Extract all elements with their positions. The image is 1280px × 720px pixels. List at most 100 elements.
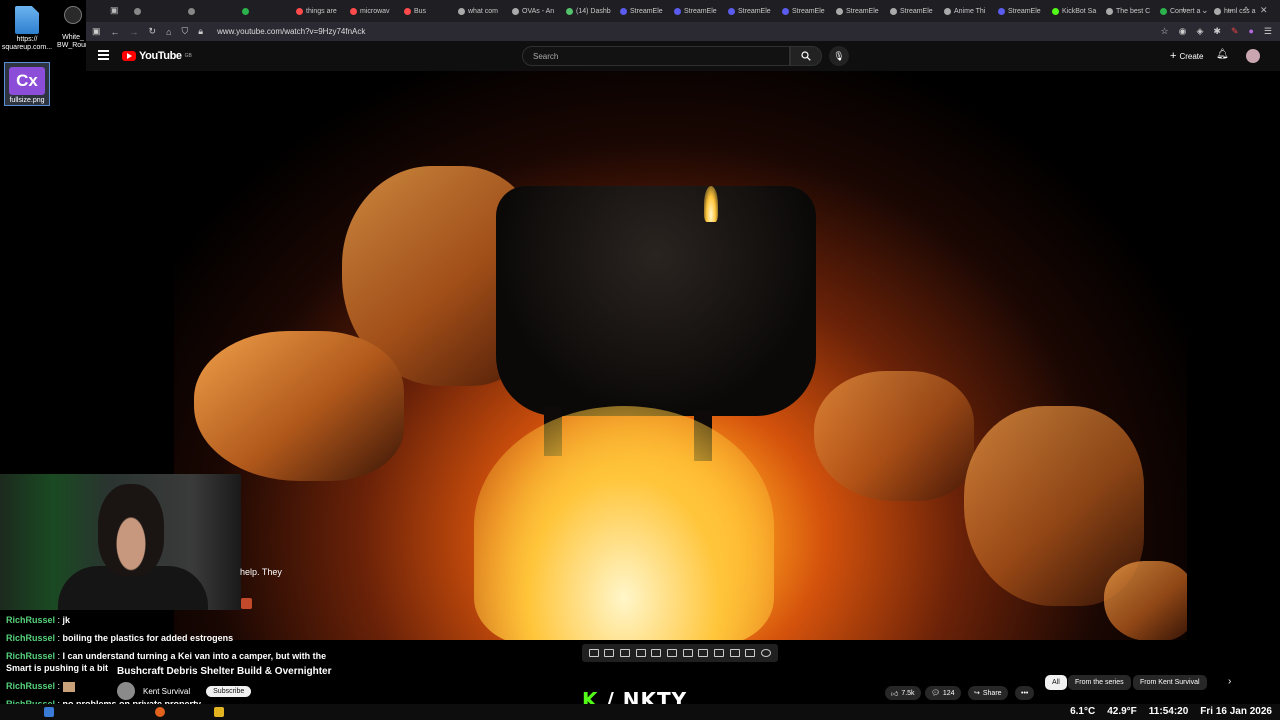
maximize-icon[interactable]: ^: [1244, 5, 1248, 15]
miniplayer-icon[interactable]: [651, 649, 662, 657]
share-label: Share: [982, 689, 1002, 697]
channel-info: Kent Survival Subscribe: [117, 682, 252, 700]
create-button[interactable]: + Create: [1162, 47, 1212, 65]
tab-favicon-icon: [458, 7, 465, 15]
browser-tab[interactable]: Anime Thi: [940, 2, 994, 20]
clock[interactable]: 11:54:20: [1149, 706, 1188, 717]
system-tray: 6.1°C 42.9°F 11:54:20 Fri 16 Jan 2026: [1070, 706, 1272, 717]
browser-tab[interactable]: StreamEle: [994, 2, 1048, 20]
theater-icon[interactable]: [667, 649, 678, 657]
share-button[interactable]: ↪ Share: [968, 686, 1008, 700]
browser-taskbar-icon[interactable]: [155, 707, 165, 717]
desktop-icon-label: https:// squareup.com...: [1, 36, 53, 51]
browser-tab[interactable]: OVAs - An: [508, 2, 562, 20]
browser-tab[interactable]: The best C: [1102, 2, 1156, 20]
shield-icon[interactable]: ⛉: [182, 26, 189, 37]
extension-icon[interactable]: ◉: [1179, 26, 1187, 37]
browser-toolbar: ▣ ← → ↻ ⌂ ⛉ 🔒︎ www.youtube.com/watch?v=9…: [86, 22, 1280, 41]
close-icon[interactable]: ✕: [1260, 5, 1268, 16]
home-icon[interactable]: ⌂: [166, 27, 171, 37]
chat-text: boiling the plastics for added estrogens: [62, 633, 234, 643]
playlist-icon[interactable]: [620, 649, 631, 657]
back-icon[interactable]: ←: [111, 27, 120, 37]
chip-all[interactable]: All: [1045, 675, 1067, 690]
tab-list-icon[interactable]: ▣: [110, 5, 119, 16]
browser-tab[interactable]: StreamEle: [616, 2, 670, 20]
browser-tab[interactable]: StreamEle: [778, 2, 832, 20]
app-taskbar-icon[interactable]: [214, 707, 224, 717]
camera-icon[interactable]: [729, 649, 740, 657]
loop-icon[interactable]: [588, 649, 599, 657]
notifications-bell-icon[interactable]: 🔔︎: [1216, 49, 1229, 60]
chevron-down-icon[interactable]: ⌄: [1201, 5, 1209, 16]
minimize-icon[interactable]: –: [1228, 5, 1233, 15]
browser-tab-strip: ▣ things are microwav Bus what com OVAs - An…: [86, 0, 1280, 22]
browser-tab[interactable]: [184, 2, 238, 20]
extension-icon[interactable]: ✎: [1231, 26, 1239, 37]
more-actions-button[interactable]: •••: [1015, 686, 1035, 700]
extension-icon[interactable]: ◈: [1196, 26, 1203, 37]
menu-icon[interactable]: ☰: [1264, 26, 1272, 37]
date[interactable]: Fri 16 Jan 2026: [1200, 706, 1272, 717]
video-player[interactable]: [174, 71, 1187, 640]
browser-tab[interactable]: what com: [454, 2, 508, 20]
chevron-right-icon[interactable]: ›: [1228, 676, 1231, 687]
browser-tab[interactable]: StreamEle: [670, 2, 724, 20]
address-bar[interactable]: www.youtube.com/watch?v=9Hzy74fnAck: [217, 27, 365, 36]
youtube-wordmark: YouTube: [139, 50, 182, 62]
browser-tab[interactable]: (14) Dashb: [562, 2, 616, 20]
browser-tab[interactable]: [130, 2, 184, 20]
tab-favicon-icon: [404, 7, 411, 15]
sidebar-toggle-icon[interactable]: ▣: [92, 26, 101, 37]
tab-label: Anime Thi: [954, 7, 986, 15]
browser-tab[interactable]: StreamEle: [724, 2, 778, 20]
channel-avatar[interactable]: [117, 682, 135, 700]
tab-favicon-icon: [1214, 7, 1221, 15]
search-button[interactable]: [790, 46, 822, 66]
channel-name[interactable]: Kent Survival: [143, 687, 190, 696]
browser-tab[interactable]: Bus: [400, 2, 454, 20]
comments-button[interactable]: 💬︎ 124: [925, 686, 961, 700]
voice-search-button[interactable]: 🎙︎: [829, 46, 849, 66]
tab-label: The best C: [1116, 7, 1151, 15]
like-button[interactable]: 👍︎ 7.5k: [885, 686, 921, 700]
chip-from-series[interactable]: From the series: [1068, 675, 1131, 690]
desktop-icon-squareup[interactable]: https:// squareup.com...: [0, 6, 54, 52]
search-input[interactable]: Search: [522, 46, 790, 66]
clip-icon[interactable]: [635, 649, 646, 657]
microphone-icon: 🎙︎: [833, 50, 845, 61]
new-tab-icon[interactable]: +: [1181, 5, 1186, 15]
chat-username: RichRussel: [6, 633, 56, 643]
extension-icon[interactable]: ●: [1248, 26, 1253, 37]
chat-username: RichRussel: [6, 615, 56, 625]
browser-tab[interactable]: StreamEle: [886, 2, 940, 20]
account-avatar[interactable]: [1246, 49, 1260, 63]
screenshot-icon[interactable]: [714, 649, 725, 657]
browser-tab[interactable]: microwav: [346, 2, 400, 20]
browser-tab[interactable]: html css a: [1210, 2, 1264, 20]
youtube-logo[interactable]: YouTube GB: [122, 50, 192, 62]
fullscreen-icon[interactable]: [682, 649, 693, 657]
tab-label: microwav: [360, 7, 390, 15]
subscribe-button[interactable]: Subscribe: [206, 685, 252, 697]
forward-icon[interactable]: →: [130, 27, 139, 37]
tab-favicon-icon: [242, 7, 249, 15]
settings-gear-icon[interactable]: [761, 649, 772, 657]
browser-tab[interactable]: StreamEle: [832, 2, 886, 20]
captions-icon[interactable]: [745, 649, 756, 657]
chat-username: RichRussel: [6, 681, 56, 691]
bookmark-star-icon[interactable]: ☆: [1161, 26, 1169, 37]
start-menu-icon[interactable]: [44, 707, 54, 717]
reload-icon[interactable]: ↻: [149, 26, 157, 37]
browser-tab[interactable]: KickBot Sa: [1048, 2, 1102, 20]
chip-from-channel[interactable]: From Kent Survival: [1133, 675, 1207, 690]
speed-icon[interactable]: [698, 649, 709, 657]
create-label: Create: [1179, 51, 1204, 61]
desktop-icon-fullsize[interactable]: Cx fullsize.png: [4, 62, 50, 106]
browser-tab[interactable]: [238, 2, 292, 20]
youtube-masthead: YouTube GB Search 🎙︎ + Create 🔔︎: [86, 41, 1280, 71]
browser-tab[interactable]: things are: [292, 2, 346, 20]
hamburger-menu-icon[interactable]: [98, 50, 109, 60]
puzzle-icon[interactable]: ✱: [1213, 26, 1221, 37]
audio-icon[interactable]: [604, 649, 615, 657]
